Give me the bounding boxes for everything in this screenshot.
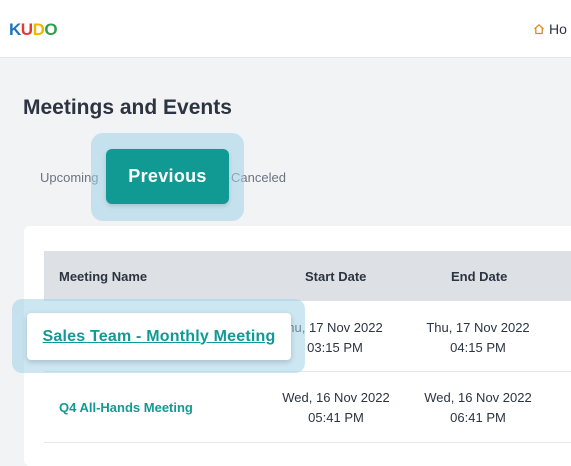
- home-link-label: Ho: [549, 21, 567, 37]
- tab-previous[interactable]: Previous: [106, 149, 229, 204]
- row-2-start-date-cell: Wed, 16 Nov 2022 05:41 PM: [266, 388, 406, 428]
- logo-letter-u: U: [20, 20, 33, 39]
- column-header-end-date[interactable]: End Date: [451, 269, 507, 284]
- tab-upcoming[interactable]: Upcoming: [40, 170, 99, 185]
- logo-letter-d: D: [32, 20, 45, 39]
- column-header-meeting-name[interactable]: Meeting Name: [59, 269, 147, 284]
- meeting-link-q4-all-hands[interactable]: Q4 All-Hands Meeting: [59, 400, 193, 415]
- row-1-end-date-cell: Thu, 17 Nov 2022 04:15 PM: [408, 318, 548, 358]
- meeting-link-callout: Sales Team - Monthly Meeting: [27, 313, 291, 360]
- kudo-logo[interactable]: K U D O: [9, 19, 58, 41]
- logo-letter-o: O: [44, 20, 58, 39]
- start-time: 05:41 PM: [308, 410, 364, 425]
- end-date: Wed, 16 Nov 2022: [424, 390, 532, 405]
- home-icon: [534, 24, 544, 35]
- row-divider: [44, 442, 571, 443]
- end-date: Thu, 17 Nov 2022: [426, 320, 530, 335]
- end-time: 04:15 PM: [450, 340, 506, 355]
- start-date: Wed, 16 Nov 2022: [282, 390, 390, 405]
- row-2-end-date-cell: Wed, 16 Nov 2022 06:41 PM: [408, 388, 548, 428]
- top-bar: K U D O Ho: [0, 0, 571, 58]
- home-link[interactable]: Ho: [533, 21, 567, 37]
- column-header-start-date[interactable]: Start Date: [305, 269, 366, 284]
- meeting-link-sales-team-monthly[interactable]: Sales Team - Monthly Meeting: [43, 328, 276, 346]
- page-title: Meetings and Events: [23, 96, 232, 119]
- logo-letter-k: K: [9, 20, 21, 39]
- end-time: 06:41 PM: [450, 410, 506, 425]
